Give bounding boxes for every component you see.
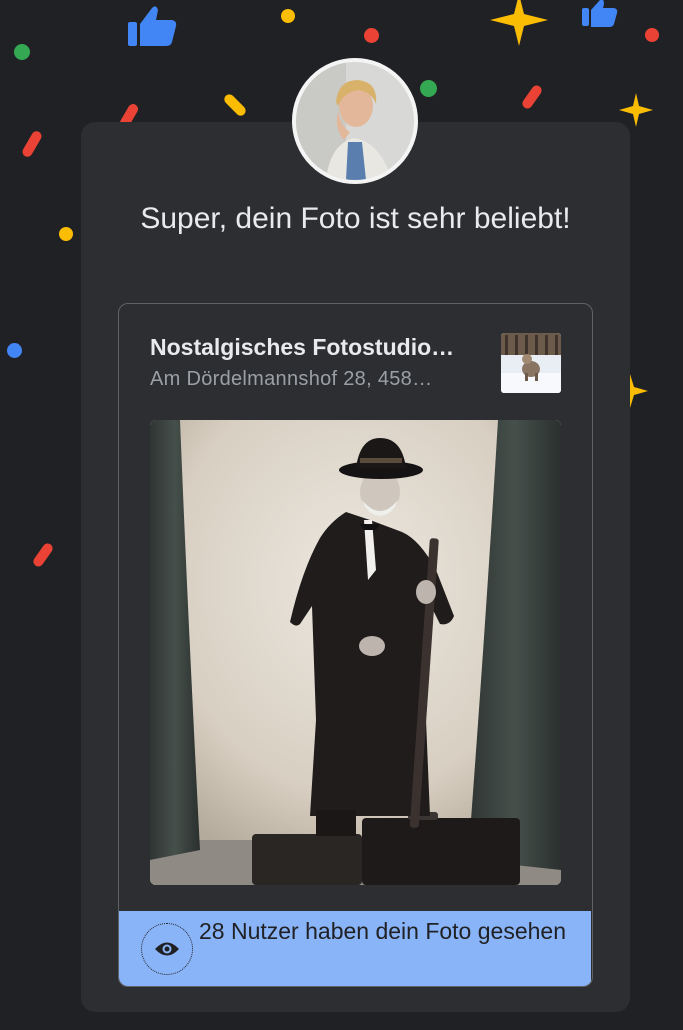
- views-count-text: 28 Nutzer haben dein Foto gesehen: [199, 918, 566, 944]
- confetti-strip: [222, 92, 248, 118]
- confetti-strip: [31, 541, 55, 569]
- headline: Super, dein Foto ist sehr beliebt!: [140, 202, 571, 235]
- confetti-strip: [520, 83, 544, 111]
- confetti-dot: [645, 28, 659, 42]
- confetti-strip: [20, 129, 44, 159]
- confetti-dot: [59, 227, 73, 241]
- confetti-dot: [7, 343, 22, 358]
- place-thumbnail[interactable]: [501, 333, 561, 393]
- thumbs-up-icon: [580, 0, 618, 32]
- place-address: Am Dördelmannshof 28, 458…: [150, 368, 433, 390]
- star-icon: [490, 0, 548, 49]
- screen: Super, dein Foto ist sehr beliebt! Nosta…: [0, 0, 683, 1030]
- place-name[interactable]: Nostalgisches Fotostudio…: [150, 334, 480, 361]
- profile-avatar: [292, 58, 418, 184]
- confetti-dot: [420, 80, 437, 97]
- featured-photo[interactable]: [150, 420, 561, 885]
- eye-icon: [141, 923, 193, 975]
- confetti-dot: [14, 44, 30, 60]
- confetti-dot: [364, 28, 379, 43]
- photo-card[interactable]: Nostalgisches Fotostudio… Am Dördelmanns…: [118, 303, 593, 987]
- views-banner: 28 Nutzer haben dein Foto gesehen: [119, 911, 591, 986]
- thumbs-up-icon: [126, 4, 178, 52]
- confetti-dot: [281, 9, 295, 23]
- star-icon: [630, 374, 650, 411]
